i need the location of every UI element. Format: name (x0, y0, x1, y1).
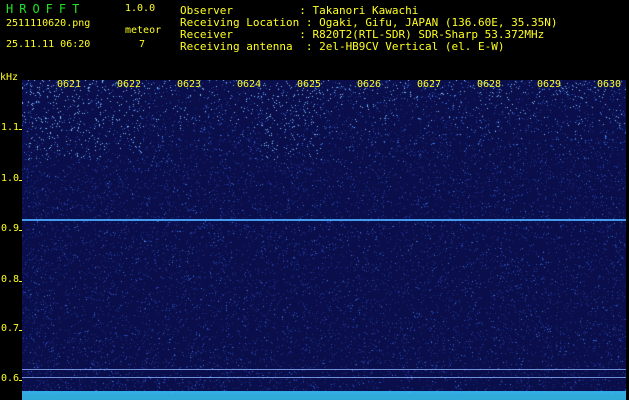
capture-datetime: 25.11.11 06:20 (6, 39, 91, 50)
y-tick-label: 0.6 (1, 373, 20, 384)
observer-info: Observer : Takanori Kawachi (180, 4, 419, 17)
time-tick-label: 0621 (57, 79, 82, 90)
y-tick-label: 0.8 (1, 274, 20, 285)
time-tick-label: 0629 (537, 79, 562, 90)
carrier-signal-line (22, 219, 626, 221)
time-tick-label: 0625 (297, 79, 322, 90)
time-tick-label: 0627 (417, 79, 442, 90)
noise-floor-band (22, 391, 626, 400)
location-info: Receiving Location : Ogaki, Gifu, JAPAN … (180, 16, 558, 29)
time-tick-label: 0624 (237, 79, 262, 90)
time-tick-label: 0623 (177, 79, 202, 90)
antenna-info: Receiving antenna : 2el-HB9CV Vertical (… (180, 40, 505, 53)
spectrogram-canvas (22, 80, 626, 394)
y-tick-label: 1.1 (1, 122, 20, 133)
reference-line-upper (22, 369, 626, 370)
receiver-info: Receiver : R820T2(RTL-SDR) SDR-Sharp 53.… (180, 28, 545, 41)
time-tick-label: 0626 (357, 79, 382, 90)
app-title: HROFFT (6, 2, 86, 16)
y-tick-label: 0.7 (1, 323, 20, 334)
y-tick-label: 1.0 (1, 173, 20, 184)
time-tick-label: 0630 (597, 79, 622, 90)
app-version: 1.0.0 (125, 3, 156, 14)
time-tick-label: 0622 (117, 79, 142, 90)
time-tick-label: 0628 (477, 79, 502, 90)
y-tick-label: 0.9 (1, 223, 20, 234)
meteor-label: meteor (125, 25, 162, 36)
frequency-unit-label: kHz (0, 72, 19, 83)
reference-line-lower (22, 377, 626, 378)
file-name: 2511110620.png (6, 18, 91, 29)
meteor-count: 7 (139, 39, 146, 50)
